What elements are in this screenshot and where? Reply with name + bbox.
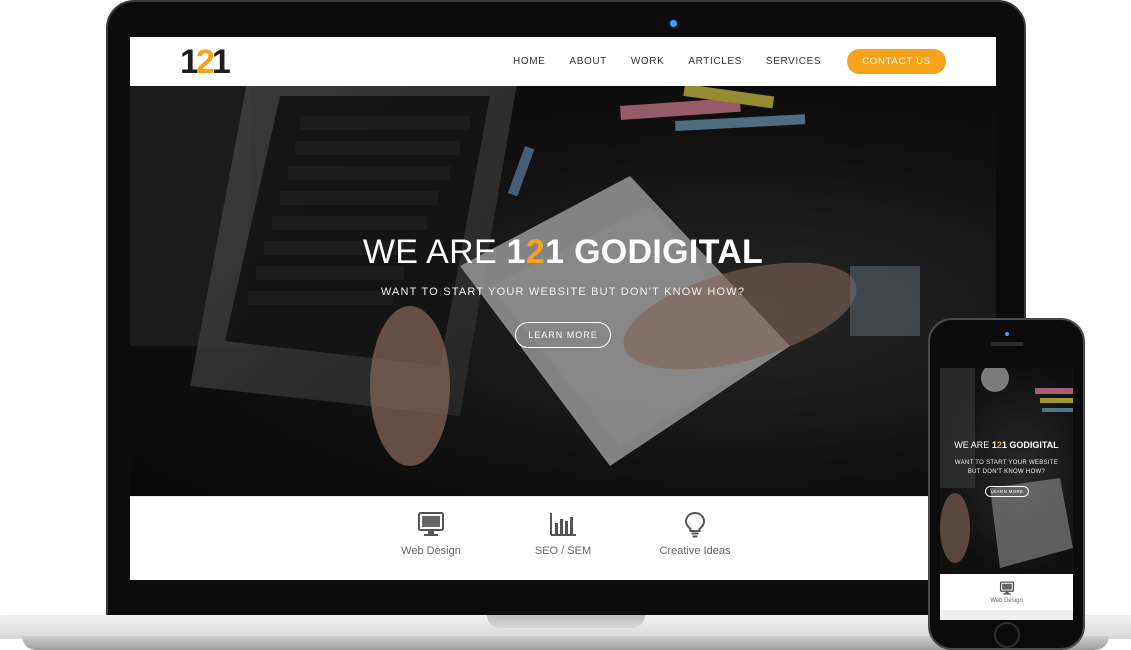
service-creative-ideas[interactable]: Creative Ideas bbox=[640, 509, 750, 557]
hero-title-prefix: WE ARE bbox=[362, 233, 507, 271]
logo[interactable]: 121 bbox=[180, 43, 231, 81]
nav-articles[interactable]: ARTICLES bbox=[688, 50, 742, 74]
laptop-notch bbox=[487, 615, 645, 628]
hero-subtitle: WANT TO START YOUR WEBSITE BUT DON'T KNO… bbox=[380, 286, 746, 298]
phone-camera bbox=[1005, 332, 1009, 336]
phone-service-web-design[interactable]: Web Design bbox=[940, 576, 1073, 604]
phone-hero-title-rest: 1 GODIGITAL bbox=[1001, 440, 1059, 450]
phone-frame: WE ARE 121 GODIGITAL WANT TO START YOUR … bbox=[928, 318, 1085, 650]
phone-service-label: Web Design bbox=[990, 598, 1023, 604]
laptop-screen: 121 HOME ABOUT WORK ARTICLES SERVICES CO… bbox=[130, 37, 996, 580]
hero-title-brand: 121 GODIGITAL bbox=[507, 233, 763, 271]
monitor-icon bbox=[418, 512, 444, 536]
service-label: Web Design bbox=[401, 545, 461, 557]
service-label: SEO / SEM bbox=[534, 545, 592, 557]
phone-hero-subtitle-line: WANT TO START YOUR WEBSITE bbox=[954, 460, 1059, 466]
nav-links: HOME ABOUT WORK ARTICLES SERVICES CONTAC… bbox=[513, 49, 946, 74]
phone-hero-title-brand: 121 GODIGITAL bbox=[992, 440, 1059, 450]
nav-services[interactable]: SERVICES bbox=[766, 50, 821, 74]
bar-chart-icon bbox=[550, 513, 576, 536]
phone-hero-title-prefix: WE ARE bbox=[954, 440, 992, 450]
logo-digit: 1 bbox=[180, 43, 199, 81]
nav-home[interactable]: HOME bbox=[513, 50, 545, 74]
navbar: 121 HOME ABOUT WORK ARTICLES SERVICES CO… bbox=[130, 37, 996, 86]
lightbulb-icon bbox=[684, 511, 706, 538]
phone-speaker bbox=[991, 342, 1023, 346]
monitor-icon bbox=[999, 581, 1014, 595]
learn-more-button[interactable]: LEARN MORE bbox=[515, 322, 611, 348]
phone-hero-subtitle: WANT TO START YOUR WEBSITE BUT DON'T KNOW… bbox=[952, 459, 1061, 477]
services-section: Web Design SEO / SEM Creative Ideas bbox=[130, 496, 996, 580]
service-seo-sem[interactable]: SEO / SEM bbox=[508, 509, 618, 557]
nav-work[interactable]: WORK bbox=[631, 50, 665, 74]
hero-title: WE ARE 121 GODIGITAL bbox=[130, 233, 996, 272]
service-web-design[interactable]: Web Design bbox=[376, 509, 486, 557]
phone-learn-more-button[interactable]: LEARN MORE bbox=[985, 486, 1029, 497]
hero-title-rest: 1 GODIGITAL bbox=[545, 233, 764, 271]
hero-section: WE ARE 121 GODIGITAL WANT TO START YOUR … bbox=[130, 86, 996, 496]
phone-hero-subtitle-line: BUT DON'T KNOW HOW? bbox=[967, 469, 1046, 475]
laptop-camera bbox=[670, 20, 677, 27]
service-label: Creative Ideas bbox=[659, 545, 731, 557]
nav-about[interactable]: ABOUT bbox=[569, 50, 606, 74]
phone-hero-title: WE ARE 121 GODIGITAL bbox=[940, 440, 1073, 450]
logo-digit-accent: 2 bbox=[195, 43, 215, 81]
hero-title-accent: 2 bbox=[525, 233, 546, 271]
contact-us-button[interactable]: CONTACT US bbox=[847, 49, 946, 74]
logo-digit: 1 bbox=[211, 43, 231, 81]
phone-home-button[interactable] bbox=[994, 622, 1020, 648]
phone-screen: WE ARE 121 GODIGITAL WANT TO START YOUR … bbox=[940, 368, 1073, 620]
phone-hero: WE ARE 121 GODIGITAL WANT TO START YOUR … bbox=[940, 368, 1073, 574]
hero-title-digit: 1 bbox=[506, 233, 526, 271]
phone-bottom-bar bbox=[940, 610, 1073, 620]
